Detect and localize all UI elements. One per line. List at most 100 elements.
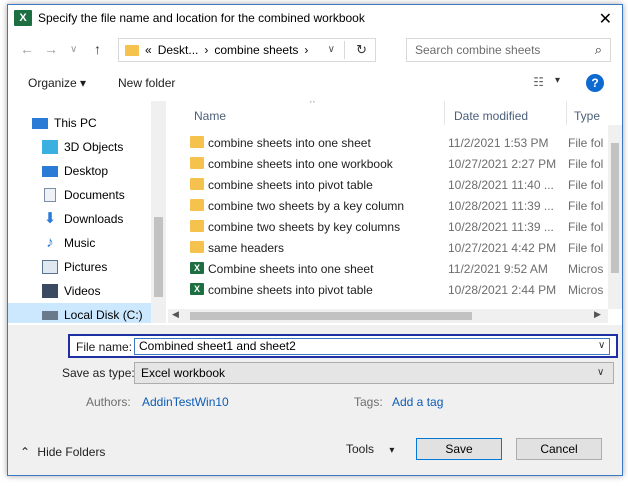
column-divider[interactable] [444,101,445,125]
desktop-icon [42,165,58,177]
list-item[interactable]: combine two sheets by a key column 10/28… [168,195,608,216]
folder-icon [190,199,204,211]
authors-link[interactable]: AddinTestWin10 [142,395,229,409]
list-item[interactable]: X combine sheets into pivot table 10/28/… [168,279,608,300]
file-list-vertical-scrollbar[interactable] [608,125,622,309]
address-field[interactable]: « Deskt... › combine sheets › ∨ ↻ [118,38,376,62]
save-form: File name: Combined sheet1 and sheet2 ∨ … [8,325,622,475]
tags-label: Tags: [354,395,383,409]
navigation-scrollbar[interactable] [151,101,166,323]
search-input[interactable]: Search combine sheets ⌕ [406,38,611,62]
scroll-left-icon[interactable]: ◀ [172,309,179,320]
column-divider[interactable] [566,101,567,125]
add-tag-link[interactable]: Add a tag [392,395,443,409]
chevron-down-icon[interactable]: ▾ [555,75,560,86]
file-date: 11/2/2021 9:52 AM [448,262,548,276]
organize-button[interactable]: Organize ▾ [28,76,86,90]
hide-folders-label: Hide Folders [37,445,106,459]
file-name: Combine sheets into one sheet [208,262,374,276]
hide-folders-button[interactable]: ⌃ Hide Folders [20,445,105,459]
search-icon[interactable]: ⌕ [595,42,602,58]
file-name: combine sheets into one workbook [208,157,393,171]
title-bar: X Specify the file name and location for… [8,5,622,31]
excel-file-icon: X [190,283,204,295]
save-as-type-value: Excel workbook [141,366,226,380]
breadcrumb-separator[interactable]: › [204,43,208,57]
save-button[interactable]: Save [416,438,502,460]
breadcrumb-combine-sheets[interactable]: combine sheets [214,43,298,57]
address-dropdown-icon[interactable]: ∨ [328,44,335,55]
help-icon[interactable]: ? [586,74,604,92]
tools-button[interactable]: Tools ▾ [346,442,394,456]
scrollbar-thumb[interactable] [190,312,472,320]
search-placeholder: Search combine sheets [415,43,541,57]
file-type: Micros [568,262,604,276]
sidebar-item-local-disk[interactable]: Local Disk (C:) [8,303,151,323]
folder-icon [190,241,204,253]
up-arrow-icon[interactable]: ↑ [94,41,101,57]
computer-icon [32,117,48,129]
file-date: 10/28/2021 11:39 ... [448,199,554,213]
file-type: File fol [568,199,604,213]
view-options-icon[interactable]: ☷ [533,75,544,89]
breadcrumb-overflow[interactable]: « [145,43,152,57]
cancel-button[interactable]: Cancel [516,438,602,460]
file-list-horizontal-scrollbar[interactable]: ◀ ▶ [168,309,608,323]
breadcrumb-separator[interactable]: › [304,43,308,57]
file-name-field[interactable]: Combined sheet1 and sheet2 [134,338,610,355]
breadcrumb-desktop[interactable]: Deskt... [158,43,199,57]
sidebar-item-documents[interactable]: Documents [42,183,152,207]
scrollbar-thumb[interactable] [154,217,163,297]
recent-locations-icon[interactable]: ∨ [70,44,77,55]
sidebar-item-videos[interactable]: Videos [42,279,152,303]
list-item[interactable]: same headers 10/27/2021 4:42 PM File fol [168,237,608,258]
chevron-down-icon[interactable]: ∨ [598,340,605,351]
sidebar-item-desktop[interactable]: Desktop [42,159,152,183]
address-divider [344,41,345,59]
file-name-label: File name: [76,340,133,354]
folder-icon [190,136,204,148]
file-type: File fol [568,178,604,192]
file-type: Micros [568,283,604,297]
navigation-pane: This PC 3D Objects Desktop Documents ⬇ D… [8,101,166,323]
column-header-name[interactable]: Name [194,109,226,123]
scroll-right-icon[interactable]: ▶ [594,309,601,320]
tools-label: Tools [346,442,375,456]
list-item[interactable]: combine sheets into pivot table 10/28/20… [168,174,608,195]
save-dialog: X Specify the file name and location for… [7,4,623,476]
close-icon[interactable]: ✕ [599,9,612,29]
new-folder-button[interactable]: New folder [118,76,175,90]
file-type: File fol [568,157,604,171]
sidebar-item-pictures[interactable]: Pictures [42,255,152,279]
chevron-down-icon: ▾ [389,445,395,456]
file-name: same headers [208,241,285,255]
sort-ascending-icon: ^ [310,101,315,109]
list-item[interactable]: combine sheets into one workbook 10/27/2… [168,153,608,174]
refresh-icon[interactable]: ↻ [356,42,367,58]
folder-icon [190,178,204,190]
back-arrow-icon[interactable]: ← [20,41,34,57]
list-item[interactable]: X Combine sheets into one sheet 11/2/202… [168,258,608,279]
folder-icon [190,157,204,169]
column-header-type[interactable]: Type [574,109,600,123]
forward-arrow-icon[interactable]: → [44,41,58,57]
dialog-title: Specify the file name and location for t… [38,11,365,25]
scrollbar-thumb[interactable] [611,143,619,273]
cube-icon [42,140,58,154]
file-type: File fol [568,220,604,234]
file-type: File fol [568,241,604,255]
sidebar-item-downloads[interactable]: ⬇ Downloads [42,207,152,231]
sidebar-item-music[interactable]: ♪ Music [42,231,152,255]
column-header-date[interactable]: Date modified [454,109,528,123]
sidebar-item-this-pc[interactable]: This PC [32,111,152,135]
sidebar-item-3d-objects[interactable]: 3D Objects [42,135,152,159]
excel-app-icon: X [14,10,32,26]
list-item[interactable]: combine two sheets by key columns 10/28/… [168,216,608,237]
chevron-down-icon[interactable]: ∨ [597,363,604,383]
file-name-highlight: File name: Combined sheet1 and sheet2 ∨ [68,334,618,358]
file-date: 11/2/2021 1:53 PM [448,136,549,150]
save-as-type-select[interactable]: Excel workbook ∨ [134,362,614,384]
file-date: 10/28/2021 11:39 ... [448,220,554,234]
list-item[interactable]: combine sheets into one sheet 11/2/2021 … [168,132,608,153]
file-date: 10/27/2021 2:27 PM [448,157,557,171]
